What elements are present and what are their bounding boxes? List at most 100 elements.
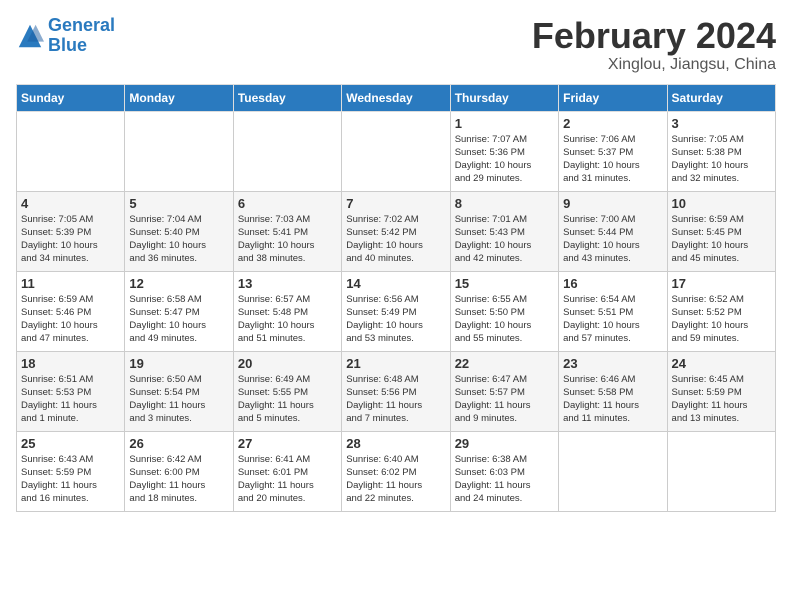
day-number: 10 xyxy=(672,196,771,211)
day-number: 8 xyxy=(455,196,554,211)
calendar-cell: 16Sunrise: 6:54 AM Sunset: 5:51 PM Dayli… xyxy=(559,271,667,351)
calendar-cell: 2 Sunrise: 7:06 AM Sunset: 5:37 PM Daylig… xyxy=(559,111,667,191)
day-number: 9 xyxy=(563,196,662,211)
calendar-cell: 4Sunrise: 7:05 AM Sunset: 5:39 PM Daylig… xyxy=(17,191,125,271)
calendar-cell xyxy=(125,111,233,191)
day-number: 28 xyxy=(346,436,445,451)
calendar-week-row: 4Sunrise: 7:05 AM Sunset: 5:39 PM Daylig… xyxy=(17,191,776,271)
day-number: 29 xyxy=(455,436,554,451)
day-number: 22 xyxy=(455,356,554,371)
day-info: Sunrise: 6:41 AM Sunset: 6:01 PM Dayligh… xyxy=(238,453,337,506)
day-number: 24 xyxy=(672,356,771,371)
day-info: Sunrise: 6:47 AM Sunset: 5:57 PM Dayligh… xyxy=(455,373,554,426)
calendar-cell: 18 Sunrise: 6:51 AM Sunset: 5:53 PM Dayli… xyxy=(17,351,125,431)
day-number: 21 xyxy=(346,356,445,371)
weekday-header: Wednesday xyxy=(342,84,450,111)
day-info: Sunrise: 6:50 AM Sunset: 5:54 PM Dayligh… xyxy=(129,373,228,426)
day-number: 13 xyxy=(238,276,337,291)
calendar-week-row: 11 Sunrise: 6:59 AM Sunset: 5:46 PM Dayli… xyxy=(17,271,776,351)
calendar-cell: 13 Sunrise: 6:57 AM Sunset: 5:48 PM Dayli… xyxy=(233,271,341,351)
day-number: 11 xyxy=(21,276,120,291)
day-info: Sunrise: 7:07 AM Sunset: 5:36 PM Dayligh… xyxy=(455,133,554,186)
day-number: 20 xyxy=(238,356,337,371)
day-info: Sunrise: 6:42 AM Sunset: 6:00 PM Dayligh… xyxy=(129,453,228,506)
page-header: General Blue February 2024 Xinglou, Jian… xyxy=(16,16,776,74)
day-number: 7 xyxy=(346,196,445,211)
calendar-week-row: 18 Sunrise: 6:51 AM Sunset: 5:53 PM Dayli… xyxy=(17,351,776,431)
day-number: 18 xyxy=(21,356,120,371)
location-title: Xinglou, Jiangsu, China xyxy=(532,56,776,74)
logo-icon xyxy=(16,22,44,50)
day-number: 17 xyxy=(672,276,771,291)
calendar-cell: 20 Sunrise: 6:49 AM Sunset: 5:55 PM Dayli… xyxy=(233,351,341,431)
day-info: Sunrise: 7:02 AM Sunset: 5:42 PM Dayligh… xyxy=(346,213,445,266)
calendar-cell: 15 Sunrise: 6:55 AM Sunset: 5:50 PM Dayli… xyxy=(450,271,558,351)
calendar-cell: 11 Sunrise: 6:59 AM Sunset: 5:46 PM Dayli… xyxy=(17,271,125,351)
calendar-cell xyxy=(667,431,775,511)
day-info: Sunrise: 6:38 AM Sunset: 6:03 PM Dayligh… xyxy=(455,453,554,506)
calendar-cell xyxy=(559,431,667,511)
day-number: 12 xyxy=(129,276,228,291)
day-number: 23 xyxy=(563,356,662,371)
logo: General Blue xyxy=(16,16,115,56)
day-info: Sunrise: 6:57 AM Sunset: 5:48 PM Dayligh… xyxy=(238,293,337,346)
calendar-cell: 21 Sunrise: 6:48 AM Sunset: 5:56 PM Dayli… xyxy=(342,351,450,431)
day-info: Sunrise: 6:58 AM Sunset: 5:47 PM Dayligh… xyxy=(129,293,228,346)
day-number: 3 xyxy=(672,116,771,131)
day-info: Sunrise: 6:48 AM Sunset: 5:56 PM Dayligh… xyxy=(346,373,445,426)
calendar-table: SundayMondayTuesdayWednesdayThursdayFrid… xyxy=(16,84,776,512)
calendar-cell: 7 Sunrise: 7:02 AM Sunset: 5:42 PM Daylig… xyxy=(342,191,450,271)
day-info: Sunrise: 6:40 AM Sunset: 6:02 PM Dayligh… xyxy=(346,453,445,506)
day-number: 14 xyxy=(346,276,445,291)
calendar-cell: 3 Sunrise: 7:05 AM Sunset: 5:38 PM Daylig… xyxy=(667,111,775,191)
calendar-cell xyxy=(17,111,125,191)
day-info: Sunrise: 6:54 AM Sunset: 5:51 PM Dayligh… xyxy=(563,293,662,346)
day-info: Sunrise: 7:04 AM Sunset: 5:40 PM Dayligh… xyxy=(129,213,228,266)
logo-text: General Blue xyxy=(48,16,115,56)
calendar-cell: 9 Sunrise: 7:00 AM Sunset: 5:44 PM Daylig… xyxy=(559,191,667,271)
calendar-cell: 12 Sunrise: 6:58 AM Sunset: 5:47 PM Dayli… xyxy=(125,271,233,351)
day-number: 26 xyxy=(129,436,228,451)
weekday-header: Sunday xyxy=(17,84,125,111)
day-info: Sunrise: 6:59 AM Sunset: 5:45 PM Dayligh… xyxy=(672,213,771,266)
calendar-cell: 5 Sunrise: 7:04 AM Sunset: 5:40 PM Daylig… xyxy=(125,191,233,271)
day-info: Sunrise: 6:51 AM Sunset: 5:53 PM Dayligh… xyxy=(21,373,120,426)
day-number: 6 xyxy=(238,196,337,211)
day-info: Sunrise: 6:43 AM Sunset: 5:59 PM Dayligh… xyxy=(21,453,120,506)
calendar-cell: 1Sunrise: 7:07 AM Sunset: 5:36 PM Daylig… xyxy=(450,111,558,191)
calendar-cell: 24Sunrise: 6:45 AM Sunset: 5:59 PM Dayli… xyxy=(667,351,775,431)
calendar-cell: 26 Sunrise: 6:42 AM Sunset: 6:00 PM Dayli… xyxy=(125,431,233,511)
calendar-cell xyxy=(233,111,341,191)
day-number: 5 xyxy=(129,196,228,211)
weekday-header: Saturday xyxy=(667,84,775,111)
calendar-cell: 23 Sunrise: 6:46 AM Sunset: 5:58 PM Dayli… xyxy=(559,351,667,431)
title-area: February 2024 Xinglou, Jiangsu, China xyxy=(532,16,776,74)
calendar-cell: 25 Sunrise: 6:43 AM Sunset: 5:59 PM Dayli… xyxy=(17,431,125,511)
day-info: Sunrise: 7:01 AM Sunset: 5:43 PM Dayligh… xyxy=(455,213,554,266)
weekday-header: Tuesday xyxy=(233,84,341,111)
calendar-cell: 29 Sunrise: 6:38 AM Sunset: 6:03 PM Dayli… xyxy=(450,431,558,511)
day-number: 27 xyxy=(238,436,337,451)
day-info: Sunrise: 6:56 AM Sunset: 5:49 PM Dayligh… xyxy=(346,293,445,346)
calendar-cell: 6 Sunrise: 7:03 AM Sunset: 5:41 PM Daylig… xyxy=(233,191,341,271)
day-info: Sunrise: 6:55 AM Sunset: 5:50 PM Dayligh… xyxy=(455,293,554,346)
day-number: 25 xyxy=(21,436,120,451)
day-info: Sunrise: 6:46 AM Sunset: 5:58 PM Dayligh… xyxy=(563,373,662,426)
calendar-cell: 22 Sunrise: 6:47 AM Sunset: 5:57 PM Dayli… xyxy=(450,351,558,431)
day-info: Sunrise: 7:00 AM Sunset: 5:44 PM Dayligh… xyxy=(563,213,662,266)
day-info: Sunrise: 6:59 AM Sunset: 5:46 PM Dayligh… xyxy=(21,293,120,346)
calendar-cell: 8 Sunrise: 7:01 AM Sunset: 5:43 PM Daylig… xyxy=(450,191,558,271)
month-title: February 2024 xyxy=(532,16,776,56)
day-info: Sunrise: 7:05 AM Sunset: 5:38 PM Dayligh… xyxy=(672,133,771,186)
calendar-cell: 10 Sunrise: 6:59 AM Sunset: 5:45 PM Dayli… xyxy=(667,191,775,271)
day-info: Sunrise: 6:49 AM Sunset: 5:55 PM Dayligh… xyxy=(238,373,337,426)
day-info: Sunrise: 7:06 AM Sunset: 5:37 PM Dayligh… xyxy=(563,133,662,186)
day-number: 4 xyxy=(21,196,120,211)
day-info: Sunrise: 7:03 AM Sunset: 5:41 PM Dayligh… xyxy=(238,213,337,266)
day-number: 2 xyxy=(563,116,662,131)
calendar-week-row: 1Sunrise: 7:07 AM Sunset: 5:36 PM Daylig… xyxy=(17,111,776,191)
calendar-week-row: 25 Sunrise: 6:43 AM Sunset: 5:59 PM Dayli… xyxy=(17,431,776,511)
calendar-cell: 27 Sunrise: 6:41 AM Sunset: 6:01 PM Dayli… xyxy=(233,431,341,511)
day-number: 15 xyxy=(455,276,554,291)
weekday-header: Monday xyxy=(125,84,233,111)
